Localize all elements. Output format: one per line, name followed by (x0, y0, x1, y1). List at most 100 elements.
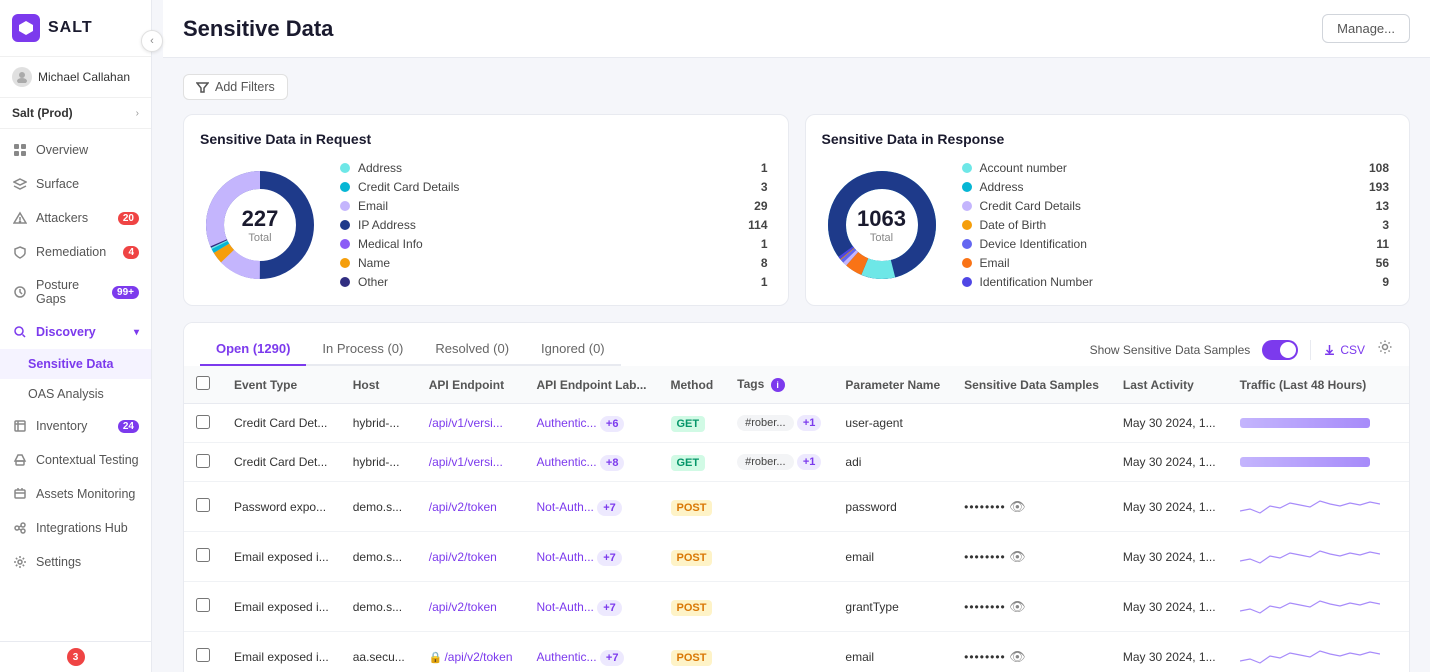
row-checkbox[interactable] (196, 648, 210, 662)
row-checkbox[interactable] (196, 454, 210, 468)
eye-icon[interactable]: 👁 (1009, 649, 1026, 664)
table-row: Credit Card Det... hybrid-... /api/v1/ve… (184, 443, 1410, 482)
legend-item: IP Address 114 (340, 218, 768, 232)
col-sensitive-samples: Sensitive Data Samples (952, 366, 1111, 404)
eye-icon[interactable]: 👁 (1009, 549, 1026, 564)
param-name: user-agent (833, 404, 952, 443)
sidebar-item-surface[interactable]: Surface (0, 167, 151, 201)
row-checkbox[interactable] (196, 598, 210, 612)
legend-dot (962, 163, 972, 173)
more-button[interactable]: ⋮ (1404, 547, 1410, 567)
row-more[interactable]: ⋮ (1392, 443, 1410, 482)
legend-value: 1 (738, 275, 768, 289)
sensitive-samples-toggle[interactable] (1262, 340, 1298, 360)
row-checkbox[interactable] (196, 415, 210, 429)
posture-gaps-badge: 99+ (112, 286, 139, 299)
event-type: Email exposed i... (222, 632, 341, 672)
last-activity: May 30 2024, 1... (1111, 482, 1228, 532)
more-button[interactable]: ⋮ (1404, 597, 1410, 617)
sidebar-item-integrations[interactable]: Integrations Hub (0, 511, 151, 545)
param-name: grantType (833, 582, 952, 632)
traffic (1228, 404, 1392, 443)
assets-monitoring-label: Assets Monitoring (36, 487, 135, 501)
api-endpoint-link[interactable]: /api/v2/token (429, 500, 497, 514)
api-endpoint-link[interactable]: /api/v2/token (429, 600, 497, 614)
traffic-sparkline-svg (1240, 541, 1380, 569)
row-more[interactable]: ⋮ (1392, 404, 1410, 443)
charts-row: Sensitive Data in Request (183, 114, 1410, 306)
env-label: Salt (Prod) (12, 106, 73, 120)
sidebar-item-settings[interactable]: Settings (0, 545, 151, 579)
row-more[interactable]: ⋮ (1392, 582, 1410, 632)
api-endpoint-link[interactable]: /api/v1/versi... (429, 455, 503, 469)
request-chart-content: 227 Total Address 1 Credit Card Details … (200, 161, 772, 289)
label-link[interactable]: Authentic... (537, 416, 597, 430)
sidebar-item-posture-gaps[interactable]: Posture Gaps 99+ (0, 269, 151, 315)
label-link[interactable]: Not-Auth... (537, 550, 594, 564)
layers-icon (12, 176, 28, 192)
sidebar-item-contextual-testing[interactable]: Contextual Testing (0, 443, 151, 477)
row-more[interactable]: ⋮ (1392, 632, 1410, 672)
row-more[interactable]: ⋮ (1392, 532, 1410, 582)
manage-button[interactable]: Manage... (1322, 14, 1410, 43)
api-endpoint-link[interactable]: /api/v1/versi... (429, 416, 503, 430)
api-endpoint-link[interactable]: /api/v2/token (444, 650, 512, 664)
filter-icon (196, 81, 209, 94)
select-all-checkbox[interactable] (196, 376, 210, 390)
collapse-icon: ‹ (150, 35, 154, 47)
legend-dot (962, 182, 972, 192)
more-button[interactable]: ⋮ (1404, 413, 1410, 433)
add-filters-button[interactable]: Add Filters (183, 74, 288, 100)
tab-ignored[interactable]: Ignored (0) (525, 333, 621, 366)
legend-item: Device Identification 11 (962, 237, 1390, 251)
api-endpoint-link[interactable]: /api/v2/token (429, 550, 497, 564)
table-settings-button[interactable] (1377, 339, 1393, 360)
tab-resolved[interactable]: Resolved (0) (419, 333, 525, 366)
discovery-header[interactable]: Discovery ▾ (0, 315, 151, 349)
row-checkbox[interactable] (196, 548, 210, 562)
param-name: email (833, 532, 952, 582)
label-link[interactable]: Not-Auth... (537, 500, 594, 514)
legend-item: Email 29 (340, 199, 768, 213)
tags (725, 532, 833, 582)
tab-in-process[interactable]: In Process (0) (306, 333, 419, 366)
shield-icon (12, 244, 28, 260)
legend-item: Name 8 (340, 256, 768, 270)
row-more[interactable]: ⋮ (1392, 482, 1410, 532)
sensitive-samples-label: Show Sensitive Data Samples (1090, 343, 1251, 357)
env-selector[interactable]: Salt (Prod) › (0, 98, 151, 129)
collapse-sidebar-button[interactable]: ‹ (141, 30, 163, 52)
sidebar-item-inventory[interactable]: Inventory 24 (0, 409, 151, 443)
table-body: Credit Card Det... hybrid-... /api/v1/ve… (184, 404, 1410, 672)
discovery-icon (12, 324, 28, 340)
sidebar-item-sensitive-data[interactable]: Sensitive Data (0, 349, 151, 379)
legend-item: Identification Number 9 (962, 275, 1390, 289)
attackers-badge: 20 (118, 212, 139, 225)
response-total: 1063 (857, 206, 906, 232)
user-info[interactable]: Michael Callahan (0, 57, 151, 98)
request-donut-center: 227 Total (242, 206, 279, 244)
tab-open[interactable]: Open (1290) (200, 333, 306, 366)
traffic-bar (1240, 457, 1370, 467)
legend-item: Account number 108 (962, 161, 1390, 175)
more-button[interactable]: ⋮ (1404, 647, 1410, 667)
sidebar-item-overview[interactable]: Overview (0, 133, 151, 167)
legend-value: 13 (1359, 199, 1389, 213)
row-checkbox[interactable] (196, 498, 210, 512)
sidebar-item-oas-analysis[interactable]: OAS Analysis (0, 379, 151, 409)
sidebar-item-attackers[interactable]: Attackers 20 (0, 201, 151, 235)
csv-button[interactable]: CSV (1323, 343, 1365, 357)
eye-icon[interactable]: 👁 (1009, 499, 1026, 514)
eye-icon[interactable]: 👁 (1009, 599, 1026, 614)
more-button[interactable]: ⋮ (1404, 452, 1410, 472)
table-row: Email exposed i... demo.s... /api/v2/tok… (184, 532, 1410, 582)
method: POST (659, 532, 726, 582)
settings-icon (12, 554, 28, 570)
sidebar-item-assets-monitoring[interactable]: Assets Monitoring (0, 477, 151, 511)
sidebar-item-remediation[interactable]: Remediation 4 (0, 235, 151, 269)
label-link[interactable]: Authentic... (537, 455, 597, 469)
label-link[interactable]: Authentic... (537, 650, 597, 664)
tag-plus: +1 (797, 415, 822, 431)
label-link[interactable]: Not-Auth... (537, 600, 594, 614)
more-button[interactable]: ⋮ (1404, 497, 1410, 517)
